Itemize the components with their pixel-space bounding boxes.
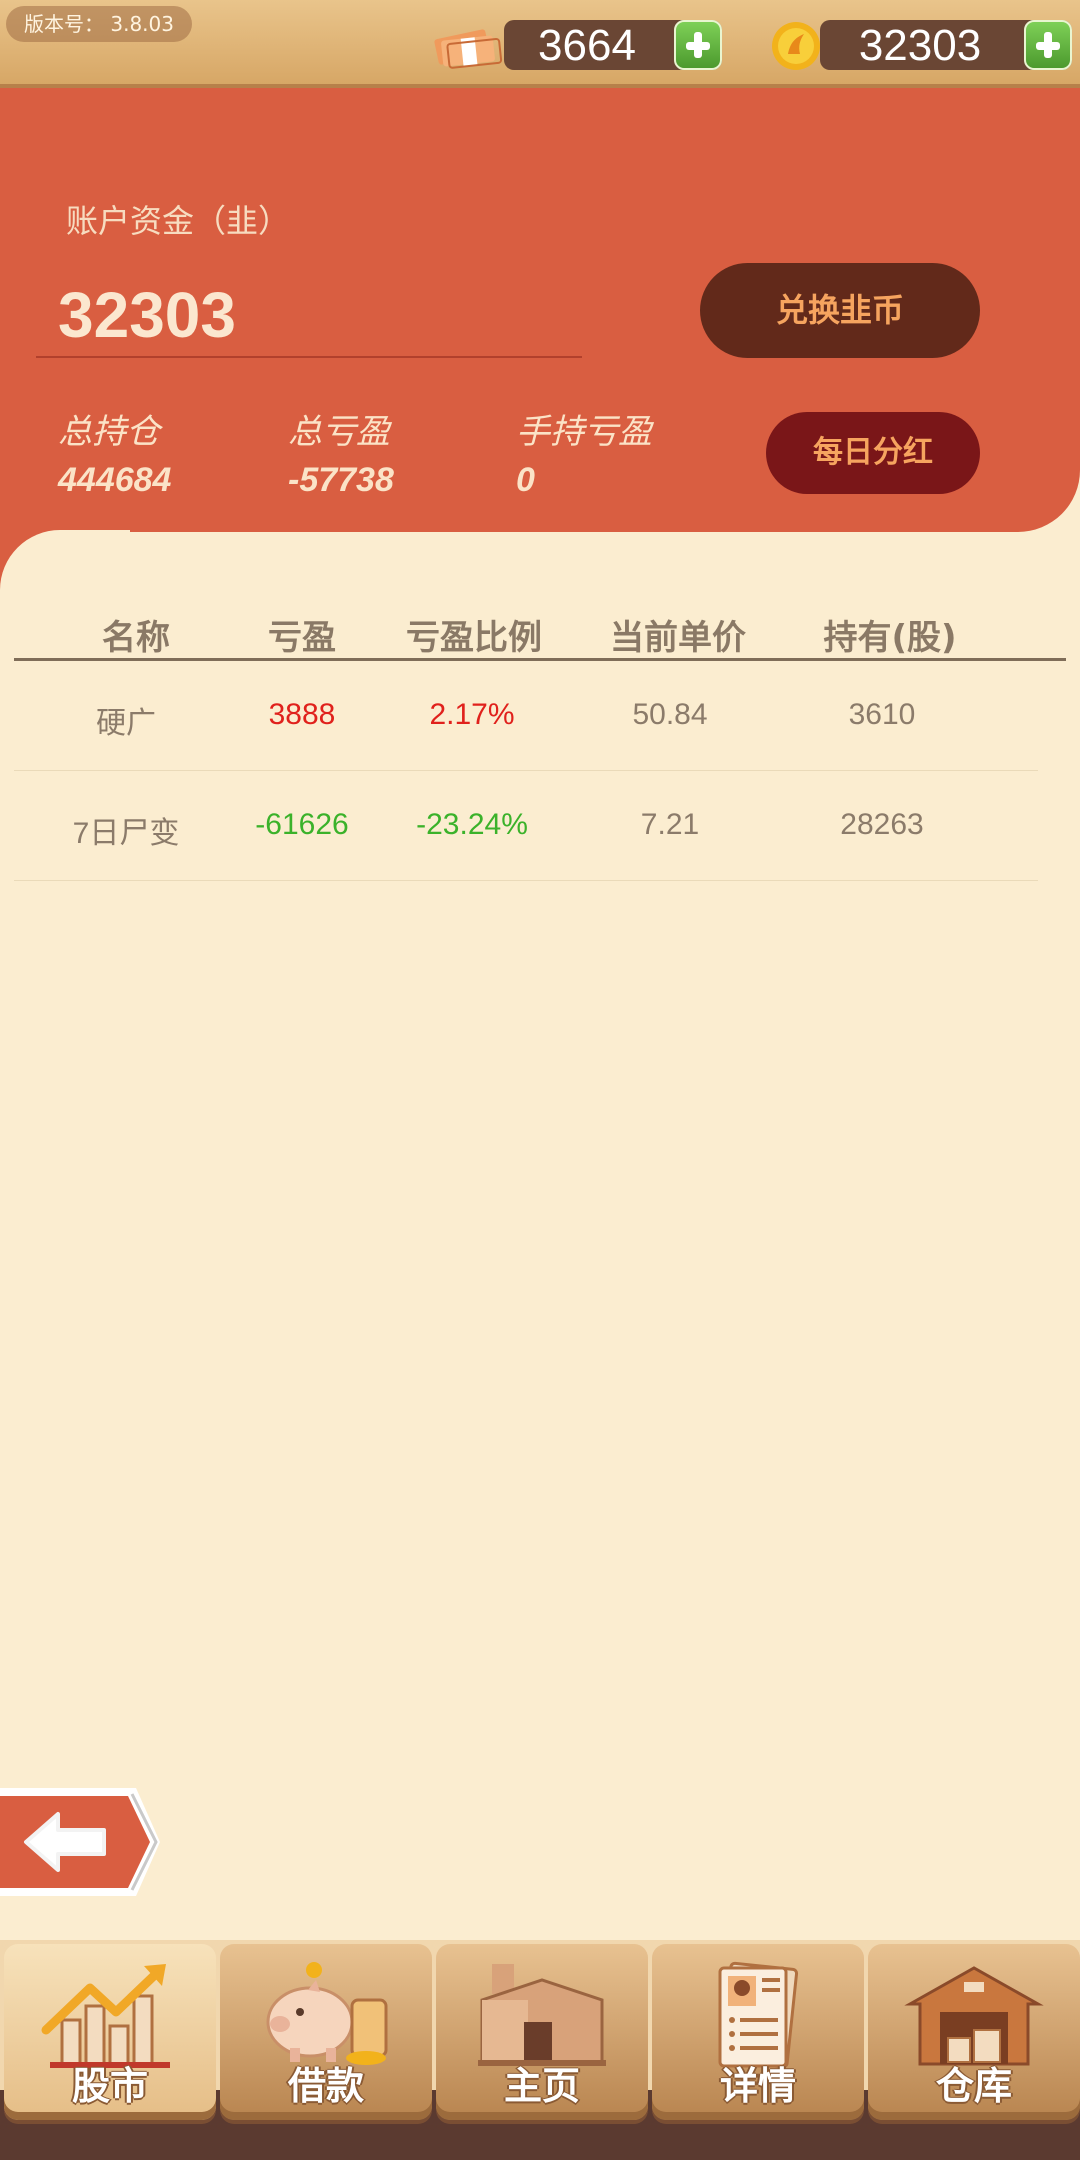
stat-label: 总持仓 [58, 412, 160, 452]
table-row[interactable]: 硬广 3888 2.17% 50.84 3610 [14, 660, 1038, 771]
cell-price: 7.21 [640, 808, 700, 841]
cell-pnl: 3888 [268, 698, 336, 731]
stat-label: 总亏盈 [288, 412, 390, 452]
coin-amount: 32303 [858, 21, 982, 70]
daily-dividend-button[interactable]: 每日分红 [766, 412, 980, 494]
warehouse-icon [904, 1966, 1044, 2066]
cell-pnl-pct: -23.24% [416, 808, 528, 841]
nav-tab-details[interactable]: 详情 [652, 1944, 864, 2120]
stat-label: 手持亏盈 [516, 412, 652, 452]
cell-held: 3610 [848, 698, 916, 731]
nav-label: 仓库 [935, 2064, 1012, 2108]
cash-amount: 3664 [538, 21, 636, 70]
column-header-pnl: 亏盈 [268, 618, 336, 658]
cell-price: 50.84 [632, 698, 708, 731]
profile-card-icon [718, 1961, 799, 2069]
table-header: 名称 亏盈 亏盈比例 当前单价 持有(股) [14, 600, 1066, 660]
nav-tab-loan[interactable]: 借款 [220, 1944, 432, 2120]
nav-tab-warehouse[interactable]: 仓库 [868, 1944, 1080, 2120]
back-arrow-icon[interactable] [0, 1784, 164, 1900]
column-header-held: 持有(股) [823, 618, 957, 658]
coin-balance: 32303 [820, 20, 1072, 70]
cell-pnl-pct: 2.17% [429, 698, 515, 731]
version-value: 3.8.03 [110, 12, 174, 36]
column-header-name: 名称 [102, 618, 170, 658]
cell-held: 28263 [840, 808, 924, 841]
cell-pnl: -61626 [255, 808, 349, 841]
stat-value: -57738 [288, 461, 394, 499]
home-icon [478, 1964, 606, 2066]
nav-label: 股市 [71, 2064, 148, 2108]
nav-label: 主页 [503, 2064, 580, 2108]
nav-tab-stock-market[interactable]: 股市 [4, 1944, 216, 2120]
cash-icon [434, 29, 503, 69]
exchange-button[interactable]: 兑换韭币 [700, 263, 980, 358]
column-header-pnl-pct: 亏盈比例 [406, 618, 542, 658]
cell-name: 7日尸变 [72, 817, 180, 850]
top-bar: 版本号： 3.8.03 3664 32303 [0, 0, 1080, 88]
version-label: 版本号： [24, 12, 104, 36]
cell-name: 硬广 [96, 707, 156, 740]
table-row[interactable]: 7日尸变 -61626 -23.24% 7.21 28263 [14, 770, 1038, 881]
account-funds-label: 账户资金（韭） [66, 202, 291, 240]
stat-value: 0 [516, 461, 535, 499]
stock-chart-icon [41, 1964, 170, 2068]
add-coin-button[interactable] [1024, 20, 1072, 70]
stat-value: 444684 [58, 461, 172, 499]
piggy-bank-icon [266, 1962, 388, 2065]
add-cash-button[interactable] [674, 20, 722, 70]
cash-balance: 3664 [504, 20, 722, 70]
column-header-price: 当前单价 [610, 618, 746, 658]
stat-total-pnl: 总亏盈 -57738 [288, 404, 394, 500]
bottom-nav: 股市 借款 主页 详情 仓库 [0, 1940, 1080, 2160]
nav-label: 借款 [287, 2064, 364, 2108]
stat-holding-pnl: 手持亏盈 0 [516, 404, 652, 500]
coin-icon [772, 22, 820, 70]
account-funds-value: 32303 [58, 279, 236, 351]
version-badge: 版本号： 3.8.03 [6, 6, 192, 42]
nav-tab-home[interactable]: 主页 [436, 1944, 648, 2120]
stat-total-holdings: 总持仓 444684 [58, 404, 171, 500]
funds-underline [36, 356, 582, 358]
nav-label: 详情 [719, 2064, 796, 2108]
panel-corner [0, 530, 130, 590]
